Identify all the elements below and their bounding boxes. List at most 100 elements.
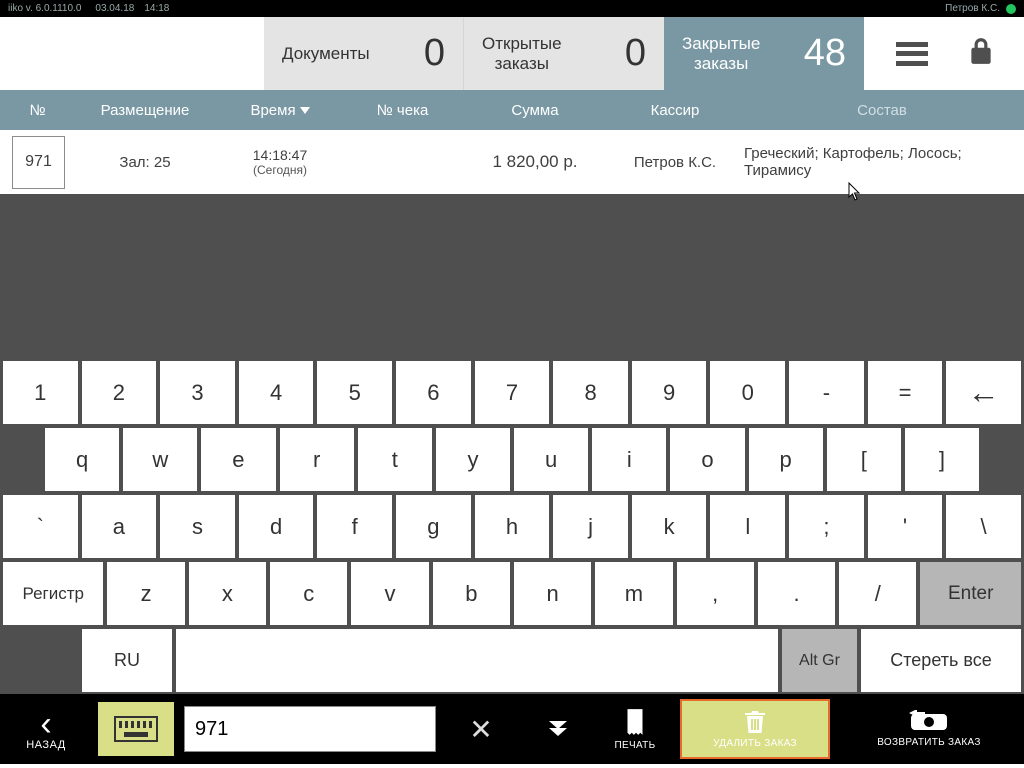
tab-label: Документы: [282, 44, 370, 64]
col-composition[interactable]: Состав: [740, 102, 1024, 119]
status-online-icon: [1006, 4, 1016, 14]
key-a[interactable]: a: [82, 495, 157, 558]
delete-label: УДАЛИТЬ ЗАКАЗ: [713, 738, 797, 749]
key-q[interactable]: q: [45, 428, 119, 491]
return-order-button[interactable]: ВОЗВРАТИТЬ ЗАКАЗ: [834, 694, 1024, 764]
row-time: 14:18:47 (Сегодня): [215, 147, 345, 177]
key-=[interactable]: =: [868, 361, 943, 424]
print-label: ПЕЧАТЬ: [615, 740, 656, 751]
key-.[interactable]: .: [758, 562, 835, 625]
key-4[interactable]: 4: [239, 361, 314, 424]
trash-icon: [743, 709, 767, 735]
status-time: 14:18: [144, 3, 169, 14]
key-j[interactable]: j: [553, 495, 628, 558]
row-place: Зал: 25: [75, 154, 215, 171]
back-button[interactable]: ‹ НАЗАД: [0, 694, 92, 764]
col-cashier[interactable]: Кассир: [610, 102, 740, 119]
key-p[interactable]: p: [749, 428, 823, 491]
key-[[interactable]: [: [827, 428, 901, 491]
key-9[interactable]: 9: [632, 361, 707, 424]
key-u[interactable]: u: [514, 428, 588, 491]
key-shift[interactable]: Регистр: [3, 562, 103, 625]
delete-order-button[interactable]: УДАЛИТЬ ЗАКАЗ: [680, 699, 830, 759]
clear-search-button[interactable]: ✕: [440, 694, 522, 764]
key-\[interactable]: \: [946, 495, 1021, 558]
key-r[interactable]: r: [280, 428, 354, 491]
key-l[interactable]: l: [710, 495, 785, 558]
chevron-left-icon: ‹: [40, 707, 51, 741]
key-space[interactable]: [176, 629, 778, 692]
key--[interactable]: -: [789, 361, 864, 424]
bottom-bar: ‹ НАЗАД ✕ ПЕЧАТЬ УДАЛИТЬ ЗАКАЗ ВОЗВРАТИТ…: [0, 694, 1024, 764]
key-clear-all[interactable]: Стереть все: [861, 629, 1021, 692]
sort-desc-icon: [300, 107, 310, 114]
key-][interactable]: ]: [905, 428, 979, 491]
col-place[interactable]: Размещение: [75, 102, 215, 119]
row-time-value: 14:18:47: [215, 147, 345, 163]
table-row[interactable]: 971 Зал: 25 14:18:47 (Сегодня) 1 820,00 …: [0, 130, 1024, 194]
key-lang[interactable]: RU: [82, 629, 172, 692]
status-date: 03.04.18: [95, 3, 134, 14]
col-time[interactable]: Время: [215, 102, 345, 119]
expand-down-button[interactable]: [522, 694, 594, 764]
key-w[interactable]: w: [123, 428, 197, 491]
tab-count: 0: [625, 32, 646, 75]
keyboard-toggle-button[interactable]: [98, 702, 174, 756]
key-h[interactable]: h: [475, 495, 550, 558]
on-screen-keyboard: 1234567890-=← qwertyuiop[] `asdfghjkl;'\…: [0, 359, 1024, 694]
key-7[interactable]: 7: [475, 361, 550, 424]
column-header: № Размещение Время № чека Сумма Кассир С…: [0, 90, 1024, 130]
key-'[interactable]: ': [868, 495, 943, 558]
key-f[interactable]: f: [317, 495, 392, 558]
key-n[interactable]: n: [514, 562, 591, 625]
key-5[interactable]: 5: [317, 361, 392, 424]
key-/[interactable]: /: [839, 562, 916, 625]
col-sum[interactable]: Сумма: [460, 102, 610, 119]
key-m[interactable]: m: [595, 562, 672, 625]
tab-count: 48: [804, 32, 846, 75]
lock-icon[interactable]: [968, 36, 994, 71]
tab-documents[interactable]: Документы 0: [264, 17, 464, 90]
key-e[interactable]: e: [201, 428, 275, 491]
row-no-badge: 971: [12, 136, 65, 189]
key-c[interactable]: c: [270, 562, 347, 625]
col-check[interactable]: № чека: [345, 102, 460, 119]
key-t[interactable]: t: [358, 428, 432, 491]
row-cashier: Петров К.С.: [610, 154, 740, 171]
key-8[interactable]: 8: [553, 361, 628, 424]
tab-closed-orders[interactable]: Закрытые заказы 48: [664, 17, 864, 90]
status-user: Петров К.С.: [945, 3, 1000, 14]
key-o[interactable]: o: [670, 428, 744, 491]
key-i[interactable]: i: [592, 428, 666, 491]
search-input[interactable]: [184, 706, 436, 752]
key-x[interactable]: x: [189, 562, 266, 625]
receipt-icon: [622, 707, 648, 737]
key-1[interactable]: 1: [3, 361, 78, 424]
key-;[interactable]: ;: [789, 495, 864, 558]
key-backspace[interactable]: ←: [946, 361, 1021, 424]
key-z[interactable]: z: [107, 562, 184, 625]
key-s[interactable]: s: [160, 495, 235, 558]
col-time-label: Время: [250, 102, 295, 119]
col-no[interactable]: №: [0, 102, 75, 119]
tab-open-orders[interactable]: Открытые заказы 0: [464, 17, 664, 90]
print-button[interactable]: ПЕЧАТЬ: [594, 694, 676, 764]
key-2[interactable]: 2: [82, 361, 157, 424]
key-g[interactable]: g: [396, 495, 471, 558]
key-3[interactable]: 3: [160, 361, 235, 424]
key-b[interactable]: b: [433, 562, 510, 625]
key-enter[interactable]: Enter: [920, 562, 1020, 625]
key-6[interactable]: 6: [396, 361, 471, 424]
key-v[interactable]: v: [351, 562, 428, 625]
status-bar: iiko v. 6.0.1110.0 03.04.18 14:18 Петров…: [0, 0, 1024, 17]
app-version: iiko v. 6.0.1110.0: [8, 3, 81, 14]
key-y[interactable]: y: [436, 428, 510, 491]
key-d[interactable]: d: [239, 495, 314, 558]
key-,[interactable]: ,: [677, 562, 754, 625]
key-0[interactable]: 0: [710, 361, 785, 424]
row-time-sub: (Сегодня): [215, 163, 345, 177]
key-k[interactable]: k: [632, 495, 707, 558]
key-altgr[interactable]: Alt Gr: [782, 629, 857, 692]
menu-icon[interactable]: [896, 42, 928, 66]
key-`[interactable]: `: [3, 495, 78, 558]
